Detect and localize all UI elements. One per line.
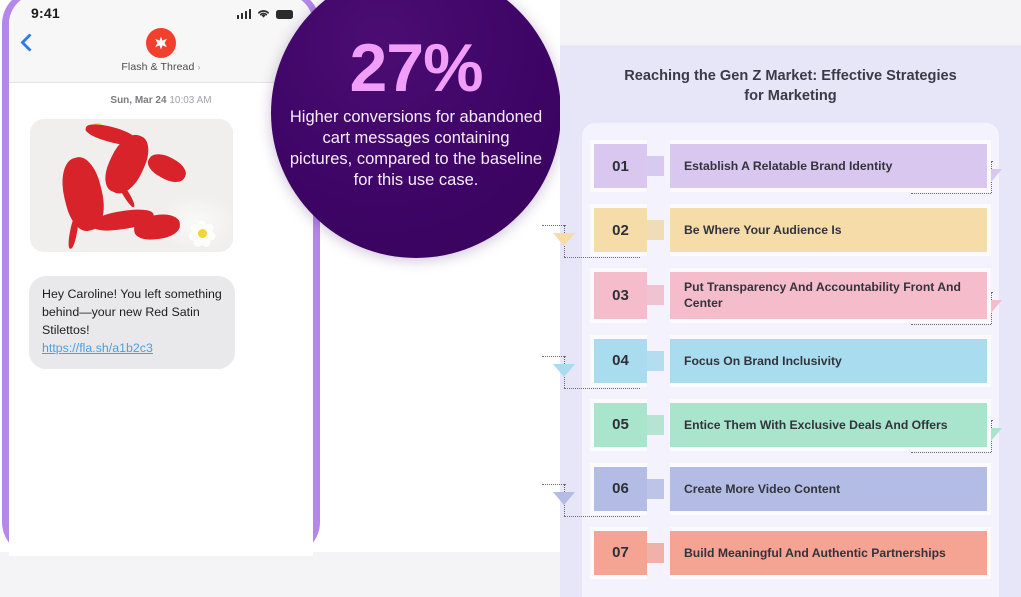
- strategy-connector-chip: [647, 414, 664, 435]
- infographic-screenshot: 9:41 Flash & Thread › Sun, Mar 24 10:03 …: [0, 0, 1021, 597]
- strategy-label: Entice Them With Exclusive Deals And Off…: [670, 398, 991, 451]
- phone-screen: 9:41 Flash & Thread › Sun, Mar 24 10:03 …: [9, 0, 313, 556]
- connector-line: [991, 419, 992, 452]
- strategy-rows: 01 Establish A Relatable Brand Identity 02…: [590, 140, 991, 579]
- cellular-signal-icon: [236, 8, 251, 19]
- strategy-connector-chip: [647, 542, 664, 563]
- strategies-card: 01 Establish A Relatable Brand Identity 02…: [542, 123, 1002, 597]
- strategy-label: Establish A Relatable Brand Identity: [670, 140, 991, 193]
- strategy-label: Create More Video Content: [670, 462, 991, 515]
- daisy-flower-icon: [185, 218, 219, 250]
- strategy-row[interactable]: 01 Establish A Relatable Brand Identity: [590, 140, 991, 193]
- strategy-number-badge: 02: [590, 204, 647, 257]
- connector-line: [564, 355, 565, 388]
- message-link[interactable]: https://fla.sh/a1b2c3: [42, 341, 153, 355]
- back-chevron-icon[interactable]: [20, 33, 39, 52]
- strategy-number-badge: 03: [590, 268, 647, 323]
- message-timestamp: Sun, Mar 24 10:03 AM: [21, 95, 301, 106]
- strategy-number-badge: 01: [590, 140, 647, 193]
- connector-line: [991, 161, 992, 194]
- strategy-row[interactable]: 06 Create More Video Content: [590, 462, 991, 515]
- strategy-label: Focus On Brand Inclusivity: [670, 334, 991, 387]
- panel-title: Reaching the Gen Z Market: Effective Str…: [624, 68, 957, 104]
- phone-conversation-header: Flash & Thread ›: [9, 26, 313, 83]
- strategy-number-badge: 06: [590, 462, 647, 515]
- flash-thread-logo-icon: [146, 28, 176, 58]
- message-time: 10:03 AM: [169, 95, 212, 106]
- phone-status-bar: 9:41: [9, 0, 313, 26]
- strategies-panel: Reaching the Gen Z Market: Effective Str…: [542, 45, 1021, 597]
- phone-mockup: 9:41 Flash & Thread › Sun, Mar 24 10:03 …: [2, 0, 320, 556]
- connector-line: [991, 291, 992, 324]
- strategy-connector-chip: [647, 156, 664, 177]
- strategy-label: Put Transparency And Accountability Fron…: [670, 268, 991, 323]
- strategy-connector-chip: [647, 478, 664, 499]
- strategy-label: Build Meaningful And Authentic Partnersh…: [670, 526, 991, 579]
- battery-icon: [276, 9, 293, 19]
- strategy-connector-chip: [647, 285, 664, 306]
- product-photo[interactable]: [30, 119, 233, 252]
- connector-line: [564, 483, 565, 516]
- stat-description: Higher conversions for abandoned cart me…: [289, 108, 543, 190]
- status-icons: [236, 8, 293, 19]
- strategy-row[interactable]: 03 Put Transparency And Accountability Fr…: [590, 268, 991, 323]
- strategy-row[interactable]: 02 Be Where Your Audience Is: [590, 204, 991, 257]
- strategy-number-badge: 05: [590, 398, 647, 451]
- strategy-row[interactable]: 05 Entice Them With Exclusive Deals And O…: [590, 398, 991, 451]
- wifi-icon: [258, 9, 269, 18]
- chevron-right-icon: ›: [197, 62, 201, 72]
- strategy-number-badge: 07: [590, 526, 647, 579]
- message-text: Hey Caroline! You left something behind—…: [42, 287, 222, 337]
- strategy-row[interactable]: 04 Focus On Brand Inclusivity: [590, 334, 991, 387]
- strategy-number-badge: 04: [590, 334, 647, 387]
- message-bubble: Hey Caroline! You left something behind—…: [29, 276, 235, 369]
- brand-name-label: Flash & Thread: [121, 61, 195, 73]
- message-date: Sun, Mar 24: [110, 95, 167, 106]
- stat-number: 27%: [349, 29, 483, 106]
- strategy-connector-chip: [647, 220, 664, 241]
- brand-name[interactable]: Flash & Thread ›: [9, 61, 313, 73]
- conversation-body: Sun, Mar 24 10:03 AM Hey Caroline! You l…: [9, 83, 313, 369]
- status-time: 9:41: [31, 5, 60, 21]
- strategy-label: Be Where Your Audience Is: [670, 204, 991, 257]
- strategy-row[interactable]: 07 Build Meaningful And Authentic Partner…: [590, 526, 991, 579]
- strategy-connector-chip: [647, 350, 664, 371]
- connector-line: [564, 225, 565, 258]
